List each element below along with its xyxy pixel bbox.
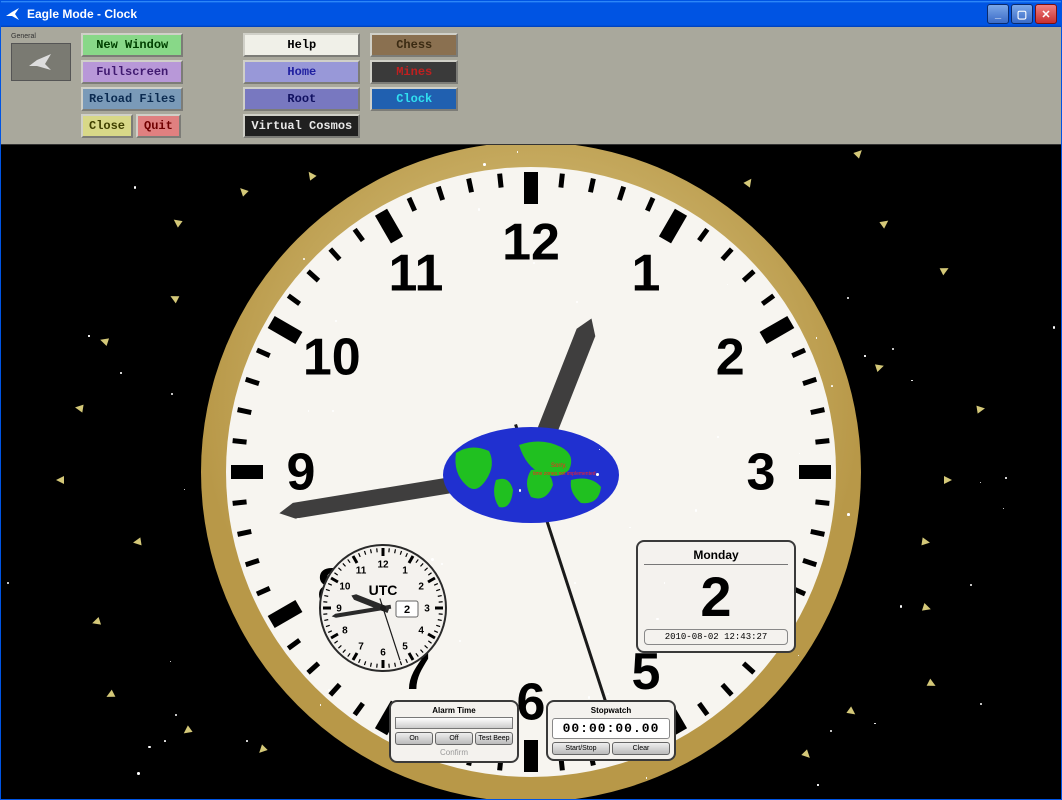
svg-text:12: 12	[377, 560, 389, 571]
alarm-panel: Alarm Time On Off Test Beep Confirm	[389, 700, 519, 763]
utc-date-day: 2	[404, 604, 410, 616]
svg-text:12: 12	[502, 214, 560, 272]
new-window-button[interactable]: New Window	[81, 33, 183, 57]
close-window-button[interactable]: ✕	[1035, 4, 1057, 24]
world-map: Sorry, time zones not implemented	[441, 425, 621, 525]
chess-button[interactable]: Chess	[370, 33, 458, 57]
stopwatch-clear-button[interactable]: Clear	[612, 742, 670, 755]
svg-text:4: 4	[418, 626, 424, 637]
svg-text:11: 11	[356, 566, 367, 577]
svg-text:3: 3	[424, 604, 430, 615]
close-button[interactable]: Close	[81, 114, 133, 138]
alarm-time-scale[interactable]	[395, 717, 513, 729]
stopwatch-startstop-button[interactable]: Start/Stop	[552, 742, 610, 755]
toolbar-group-nav: Help Home Root Virtual Cosmos	[243, 33, 360, 138]
svg-text:6: 6	[517, 674, 546, 732]
svg-text:2: 2	[418, 582, 424, 593]
home-button[interactable]: Home	[243, 60, 360, 84]
alarm-title: Alarm Time	[395, 706, 513, 715]
stopwatch-display: 00:00:00.00	[552, 718, 670, 739]
app-icon	[5, 6, 21, 22]
svg-text:5: 5	[402, 642, 408, 653]
fullscreen-button[interactable]: Fullscreen	[81, 60, 183, 84]
toolbar-preview-thumbnail	[11, 43, 71, 81]
svg-text:Sorry,: Sorry,	[551, 463, 567, 469]
svg-text:9: 9	[287, 444, 316, 502]
svg-text:10: 10	[303, 329, 361, 387]
mines-button[interactable]: Mines	[370, 60, 458, 84]
date-day: 2	[644, 569, 788, 625]
date-panel: Monday 2 2010-08-02 12:43:27	[636, 540, 796, 653]
svg-text:2: 2	[716, 329, 745, 387]
reload-files-button[interactable]: Reload Files	[81, 87, 183, 111]
stopwatch-panel: Stopwatch 00:00:00.00 Start/Stop Clear	[546, 700, 676, 761]
quit-button[interactable]: Quit	[136, 114, 181, 138]
window-controls: _ ▢ ✕	[987, 4, 1057, 24]
svg-text:10: 10	[339, 582, 351, 593]
svg-text:6: 6	[380, 648, 386, 659]
svg-text:time zones not implemented: time zones not implemented	[533, 471, 596, 477]
alarm-test-beep-button[interactable]: Test Beep	[475, 732, 513, 745]
minimize-button[interactable]: _	[987, 4, 1009, 24]
svg-text:11: 11	[389, 245, 444, 303]
clock-stage[interactable]: 121234567891011 Sorry, time zones not im…	[1, 145, 1061, 799]
alarm-off-button[interactable]: Off	[435, 732, 473, 745]
utc-label: UTC	[369, 582, 398, 598]
toolbar-preview-group: General	[11, 33, 71, 81]
svg-text:1: 1	[402, 566, 408, 577]
root-button[interactable]: Root	[243, 87, 360, 111]
svg-text:1: 1	[632, 245, 661, 303]
toolbar: General New Window Fullscreen Reload Fil…	[1, 27, 1061, 145]
svg-text:8: 8	[342, 626, 348, 637]
clock-button[interactable]: Clock	[370, 87, 458, 111]
window-title: Eagle Mode - Clock	[27, 7, 987, 21]
svg-text:7: 7	[358, 642, 364, 653]
virtual-cosmos-button[interactable]: Virtual Cosmos	[243, 114, 360, 138]
maximize-button[interactable]: ▢	[1011, 4, 1033, 24]
help-button[interactable]: Help	[243, 33, 360, 57]
utc-subdial: 121234567891011 UTC 2	[318, 543, 448, 673]
toolbar-group-apps: Chess Mines Clock	[370, 33, 458, 111]
window-frame: Eagle Mode - Clock _ ▢ ✕ General New Win…	[0, 0, 1062, 800]
alarm-confirm-button[interactable]: Confirm	[395, 748, 513, 757]
toolbar-group-window: New Window Fullscreen Reload Files Close…	[81, 33, 183, 138]
date-full: 2010-08-02 12:43:27	[644, 629, 788, 645]
stopwatch-title: Stopwatch	[552, 706, 670, 715]
titlebar[interactable]: Eagle Mode - Clock _ ▢ ✕	[1, 1, 1061, 27]
svg-text:3: 3	[747, 444, 776, 502]
date-dayname: Monday	[644, 548, 788, 565]
alarm-on-button[interactable]: On	[395, 732, 433, 745]
